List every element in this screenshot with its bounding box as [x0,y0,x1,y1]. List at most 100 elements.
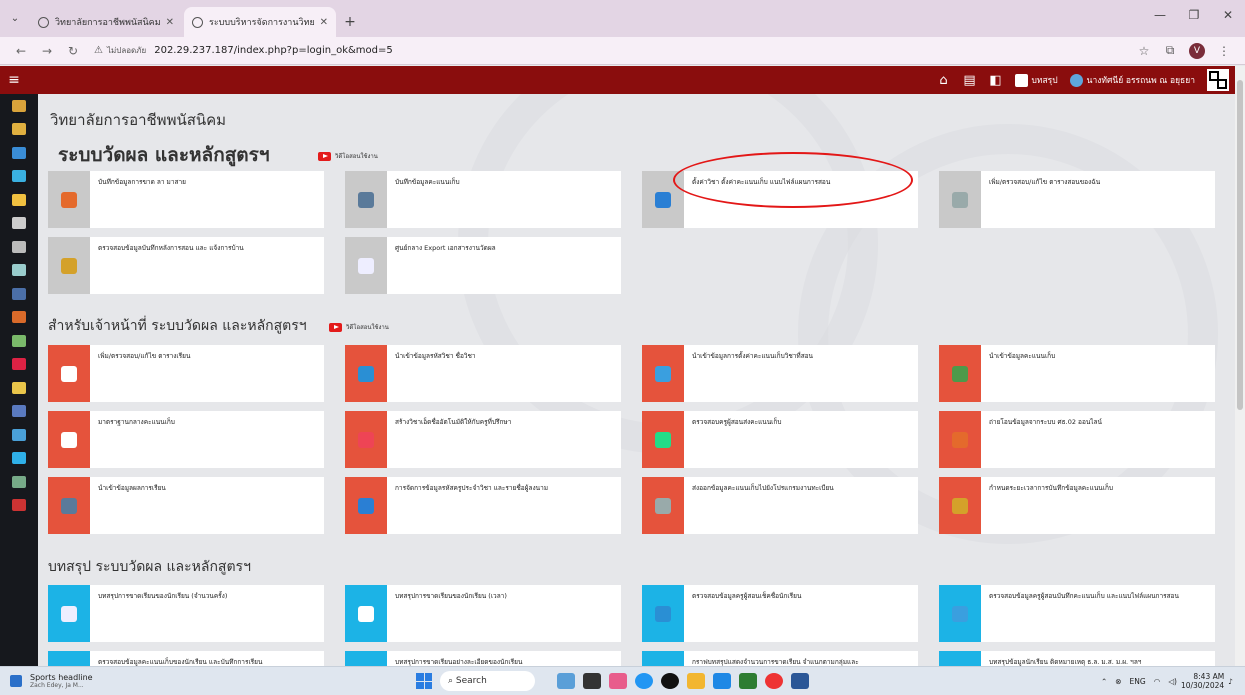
menu-card[interactable]: นำเข้าข้อมูลผลการเรียน [48,477,324,534]
menu-card[interactable]: บันทึกข้อมูลการขาด ลา มาสาย [48,171,324,228]
user-menu[interactable]: นางทัศนีย์ อรรถนพ ณ อยุธยา [1069,73,1195,87]
close-tab-icon[interactable]: ✕ [166,17,174,28]
sidebar-menu-icon[interactable] [0,235,38,259]
menu-card[interactable]: มาตราฐานกลางคะแนนเก็บ [48,411,324,468]
menu-card-label: มาตราฐานกลางคะแนนเก็บ [98,418,175,426]
summary-link[interactable]: บทสรุป [1014,73,1058,87]
chat-icon[interactable] [739,673,757,689]
menu-card[interactable]: ตรวจสอบข้อมูลบันทึกหลังการสอน และ แจ้งกา… [48,237,324,294]
menu-card[interactable]: นำเข้าข้อมูลรหัสวิชา ชื่อวิชา [345,345,621,402]
menu-card[interactable]: สร้างวิชาเอ็ดชื่ออัตโนมัติให้กับครูที่ปร… [345,411,621,468]
windows-start-icon[interactable] [416,673,432,689]
bookmark-star-icon[interactable]: ☆ [1131,44,1157,58]
taskbar-search[interactable]: ⌕ Search [440,671,535,691]
sidebar-menu-icon[interactable] [0,329,38,353]
section2-video-link[interactable]: วิดีโอสอนใช้งาน [329,322,389,332]
section1-video-link[interactable]: วิดีโอสอนใช้งาน [318,151,378,161]
notes-icon[interactable]: ▤ [957,73,983,88]
college-name: วิทยาลัยการอาชีพพนัสนิคม [50,111,227,129]
sidebar-menu-icon[interactable] [0,165,38,189]
edge-icon[interactable] [635,673,653,689]
new-tab-button[interactable]: + [338,7,362,37]
chrome-icon[interactable] [765,673,783,689]
chevron-up-icon[interactable]: ⌃ [1101,677,1107,686]
word-icon[interactable] [791,673,809,689]
menu-card[interactable]: ส่งออกข้อมูลคะแนนเก็บไปยังโปรแกรมงานทะเบ… [642,477,918,534]
menu-card[interactable]: บทสรุปการขาดเรียนของนักเรียน (เวลา) [345,585,621,642]
volume-icon[interactable]: ◁) [1168,677,1177,686]
menu-card[interactable]: การจัดการข้อมูลรหัสครูประจำวิชา และรายชื… [345,477,621,534]
warning-icon[interactable]: ⚠ [94,45,103,56]
back-icon[interactable]: ← [8,44,34,58]
menu-card[interactable]: เพิ่ม/ตรวจสอบ/แก้ไข ตารางเรียน [48,345,324,402]
sidebar-menu-icon[interactable] [0,400,38,424]
forward-icon[interactable]: → [34,44,60,58]
widgets-icon[interactable] [557,673,575,689]
menu-card[interactable]: กำหนดระยะเวลาการบันทึกข้อมูลคะแนนเก็บ [939,477,1215,534]
close-window-icon[interactable]: ✕ [1211,0,1245,30]
menu-card[interactable]: เพิ่ม/ตรวจสอบ/แก้ไข ตารางสอนของฉัน [939,171,1215,228]
wifi-icon[interactable]: ◠ [1154,677,1161,686]
menu-card[interactable]: บันทึกข้อมูลคะแนนเก็บ [345,171,621,228]
reload-icon[interactable]: ↻ [60,44,86,58]
language-indicator[interactable]: ENG [1130,677,1146,686]
extensions-icon[interactable]: ⧉ [1157,43,1183,58]
sidebar-menu-icon[interactable] [0,118,38,142]
sidebar-menu-icon[interactable] [0,306,38,330]
news-widget[interactable]: Sports headline Zach Edey, Ja M... [0,673,200,689]
close-tab-icon[interactable]: ✕ [320,17,328,28]
url-text[interactable]: 202.29.237.187/index.php?p=login_ok&mod=… [154,45,393,56]
sidebar-menu-icon[interactable] [0,212,38,236]
menu-card[interactable]: ตรวจสอบข้อมูลครูผู้สอนเช็คชื่อนักเรียน [642,585,918,642]
menu-card[interactable]: บทสรุปการขาดเรียนของนักเรียน (จำนวนครั้ง… [48,585,324,642]
vertical-scrollbar[interactable] [1235,66,1245,666]
browser-menu-icon[interactable]: ⋮ [1211,44,1237,58]
sidebar-menu-icon[interactable] [0,282,38,306]
sidebar-menu-icon[interactable] [0,494,38,518]
qr-code-icon[interactable] [1207,69,1229,91]
file-explorer-icon[interactable] [687,673,705,689]
restore-icon[interactable]: ❐ [1177,0,1211,30]
scrollbar-thumb[interactable] [1237,80,1243,410]
app-icon[interactable] [609,673,627,689]
menu-card[interactable]: นำเข้าข้อมูลคะแนนเก็บ [939,345,1215,402]
menu-card[interactable]: บทสรุปข้อมูลนักเรียน ติดหมายเหตุ ธ.ล. ม.… [939,651,1215,666]
sidebar-menu-icon[interactable] [0,470,38,494]
sidebar-menu-icon[interactable] [0,259,38,283]
notifications-icon[interactable]: ◧ [983,73,1009,88]
sidebar-menu-icon[interactable] [0,423,38,447]
sidebar-menu-icon[interactable] [0,447,38,471]
task-view-icon[interactable] [583,673,601,689]
notifications-bell-icon[interactable]: ♪ [1228,677,1233,686]
sidebar-menu-icon[interactable] [0,188,38,212]
minimize-icon[interactable]: — [1143,0,1177,30]
clock[interactable]: 8:43 AM 10/30/2024 [1181,672,1224,690]
sidebar-menu-icon[interactable] [0,94,38,118]
sidebar-menu-icon[interactable] [0,376,38,400]
profile-avatar[interactable]: V [1189,42,1205,59]
tiktok-icon[interactable] [661,673,679,689]
menu-card[interactable]: กราฟบทสรุปแสดงจำนวนการขาดเรียน จำแนกตามก… [642,651,918,666]
menu-card[interactable]: นำเข้าข้อมูลการตั้งค่าคะแนนเก็บวิชาที่สอ… [642,345,918,402]
browser-tab-1[interactable]: วิทยาลัยการอาชีพพนัสนิคม : Phana ✕ [30,7,182,37]
youtube-icon [329,322,342,332]
tab-title: วิทยาลัยการอาชีพพนัสนิคม : Phana [55,18,160,28]
browser-tab-2[interactable]: ระบบบริหารจัดการงานวิทยาลัยการอ ✕ [184,7,336,37]
security-label[interactable]: ไม่ปลอดภัย [107,44,146,57]
menu-card[interactable]: ถ่ายโอนข้อมูลจากระบบ ศธ.02 ออนไลน์ [939,411,1215,468]
network-icon[interactable]: ⊗ [1115,677,1121,686]
hamburger-menu-icon[interactable]: ≡ [0,72,28,88]
url-field[interactable]: ⚠ ไม่ปลอดภัย 202.29.237.187/index.php?p=… [86,40,1131,62]
home-icon[interactable]: ⌂ [931,73,957,88]
menu-card[interactable]: ตรวจสอบข้อมูลคะแนนเก็บของนักเรียน และบัน… [48,651,324,666]
menu-card-icon [939,585,981,642]
mail-icon[interactable] [713,673,731,689]
menu-card[interactable]: ศูนย์กลาง Export เอกสารงานวัดผล [345,237,621,294]
sidebar-menu-icon[interactable] [0,353,38,377]
sidebar-menu-icon[interactable] [0,141,38,165]
menu-card[interactable]: บทสรุปการขาดเรียนอย่างละเอียดของนักเรียน [345,651,621,666]
news-title: Sports headline [30,673,93,682]
menu-card[interactable]: ตรวจสอบครูผู้สอนส่งคะแนนเก็บ [642,411,918,468]
menu-card[interactable]: ตรวจสอบข้อมูลครูผู้สอนบันทึกคะแนนเก็บ แล… [939,585,1215,642]
tab-list-chevron-icon[interactable]: ⌄ [0,0,30,37]
